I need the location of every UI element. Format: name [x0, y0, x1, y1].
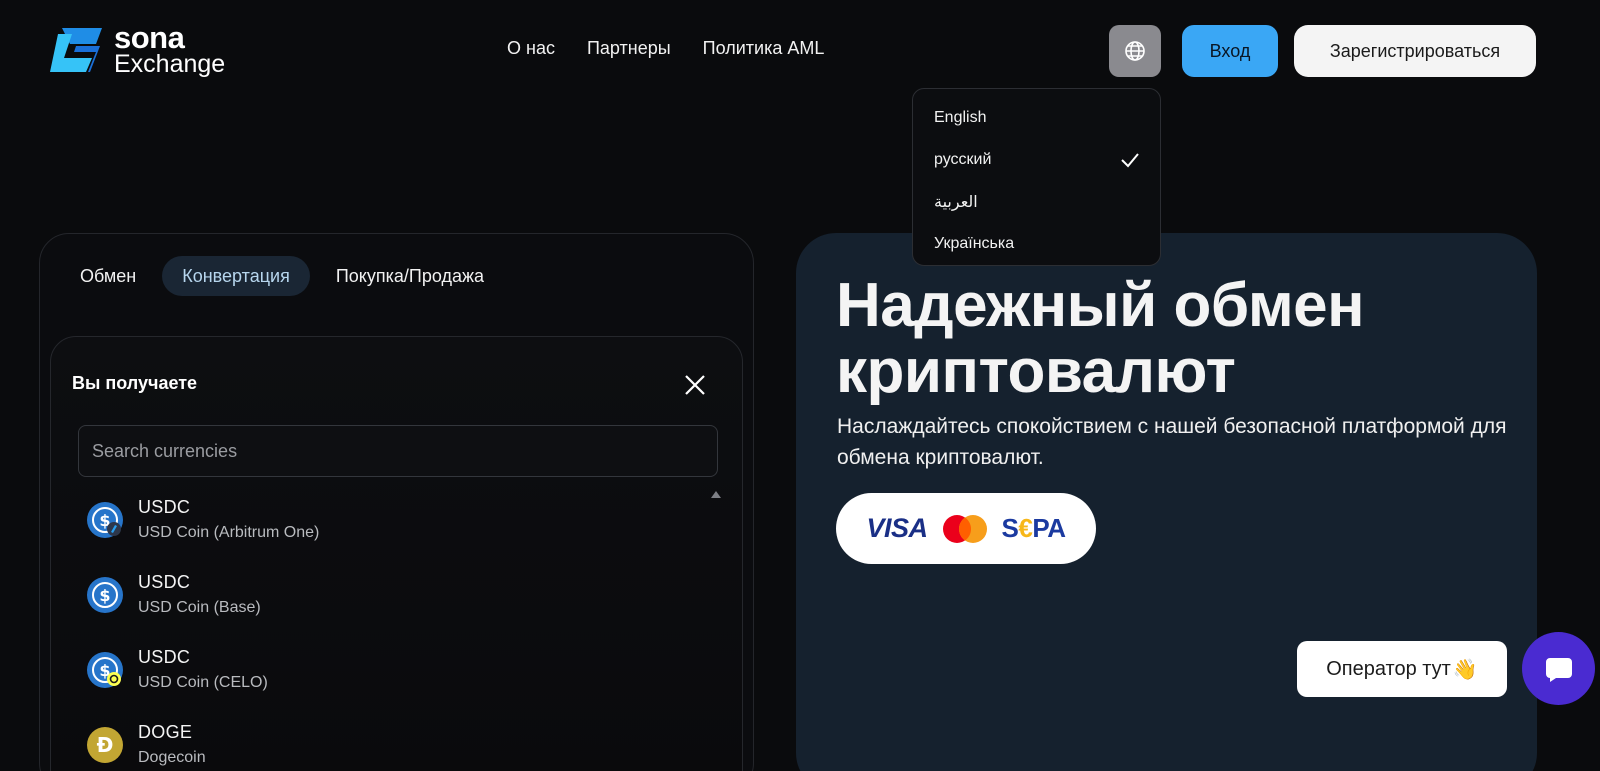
svg-text:$: $	[99, 586, 110, 605]
currency-item-usdc-arbitrum[interactable]: $ USDC USD Coin (Arbitrum One)	[87, 497, 319, 542]
operator-label: Оператор тут	[1326, 657, 1451, 680]
operator-bubble[interactable]: Оператор тут 👋	[1297, 641, 1507, 697]
scroll-up-arrow-icon[interactable]	[711, 491, 721, 498]
currency-name: USD Coin (CELO)	[138, 674, 268, 691]
chat-button[interactable]	[1522, 632, 1595, 705]
hero-title-line2: криптовалют	[836, 337, 1236, 406]
globe-icon	[1125, 41, 1145, 61]
currency-symbol: USDC	[138, 647, 191, 667]
language-option-russian[interactable]: русский	[913, 139, 1160, 181]
language-option-arabic[interactable]: العربية	[913, 181, 1160, 223]
receive-currency-panel: Вы получаете $ USDC USD Coin (Arbitrum O…	[50, 336, 743, 771]
hero-subtitle: Наслаждайтесь спокойствием с нашей безоп…	[837, 415, 1507, 469]
logo-name: sona	[114, 20, 185, 55]
usdc-base-icon: $	[87, 576, 123, 613]
currency-name: USD Coin (Base)	[138, 599, 261, 616]
tab-conversion[interactable]: Конвертация	[162, 256, 310, 296]
currency-item-usdc-celo[interactable]: $ USDC USD Coin (CELO)	[87, 647, 268, 692]
exchange-tabs: Обмен Конвертация Покупка/Продажа	[80, 256, 504, 296]
language-label: Українська	[934, 235, 1015, 252]
language-option-ukrainian[interactable]: Українська	[913, 223, 1160, 265]
sepa-logo-s: S	[1001, 513, 1019, 543]
currency-item-doge[interactable]: Ð DOGE Dogecoin	[87, 722, 206, 767]
currency-name: USD Coin (Arbitrum One)	[138, 524, 320, 541]
currency-item-usdc-base[interactable]: $ USDC USD Coin (Base)	[87, 572, 261, 617]
register-button[interactable]: Зарегистрироваться	[1294, 25, 1536, 77]
waving-hand-icon: 👋	[1452, 658, 1478, 681]
nav-about[interactable]: О нас	[507, 38, 555, 59]
dogecoin-icon: Ð	[87, 726, 123, 763]
currency-name: Dogecoin	[138, 749, 206, 766]
payment-methods: VISA S€PA	[836, 493, 1096, 564]
sepa-logo-rest: PA	[1032, 513, 1066, 543]
checkmark-icon	[1121, 153, 1139, 168]
logo-mark-icon	[50, 27, 102, 72]
logo[interactable]: sona Exchange	[48, 22, 225, 77]
exchange-card: Обмен Конвертация Покупка/Продажа Вы пол…	[39, 233, 754, 771]
currency-symbol: USDC	[138, 572, 191, 592]
hero-title-line1: Надежный обмен	[836, 271, 1365, 340]
language-label: русский	[934, 151, 992, 168]
language-button[interactable]	[1109, 25, 1161, 77]
receive-title: Вы получаете	[72, 373, 198, 393]
logo-sub: Exchange	[114, 50, 226, 78]
svg-text:Ð: Ð	[97, 733, 114, 757]
usdc-arbitrum-icon: $	[87, 501, 123, 538]
tab-exchange[interactable]: Обмен	[80, 256, 156, 296]
nav-aml-policy[interactable]: Политика AML	[703, 38, 825, 59]
language-label: English	[934, 109, 987, 126]
usdc-celo-icon: $	[87, 651, 123, 688]
language-menu: English русский العربية Українська	[912, 88, 1161, 266]
language-label: العربية	[934, 194, 978, 211]
main-nav: О нас Партнеры Политика AML	[507, 38, 824, 59]
currency-symbol: DOGE	[138, 722, 193, 742]
sepa-logo-euro: €	[1018, 513, 1033, 543]
currency-symbol: USDC	[138, 497, 191, 517]
mastercard-logo-icon	[942, 514, 987, 543]
nav-partners[interactable]: Партнеры	[587, 38, 671, 59]
login-button[interactable]: Вход	[1182, 25, 1278, 77]
close-icon[interactable]	[681, 371, 709, 399]
search-currencies-input[interactable]	[78, 425, 718, 477]
visa-logo: VISA	[866, 513, 928, 543]
sepa-logo: S€PA	[1001, 513, 1067, 544]
chat-icon	[1545, 657, 1572, 682]
hero-title: Надежный обмен криптовалют	[836, 271, 1365, 406]
tab-buy-sell[interactable]: Покупка/Продажа	[316, 256, 504, 296]
language-option-english[interactable]: English	[913, 97, 1160, 139]
